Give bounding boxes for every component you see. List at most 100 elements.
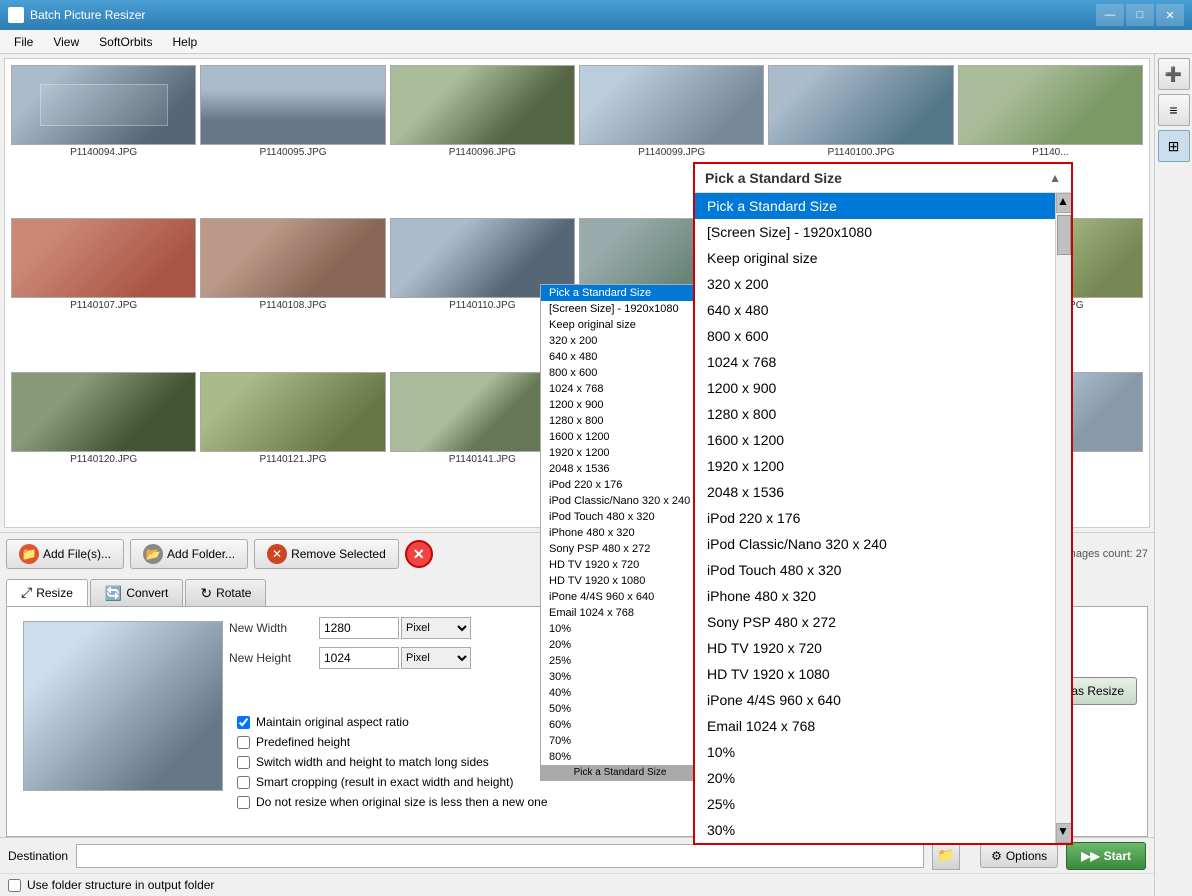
no-resize-smaller-checkbox[interactable] [237, 796, 250, 809]
dropdown-item-18[interactable]: HD TV 1920 x 1080 [695, 661, 1071, 687]
dropdown-item-19[interactable]: iPone 4/4S 960 x 640 [695, 687, 1071, 713]
dropdown-item-22[interactable]: 20% [695, 765, 1071, 791]
standard-size-dropdown[interactable]: Pick a Standard Size ▲ Pick a Standard S… [693, 162, 1073, 845]
tab-resize[interactable]: ⤢ Resize [6, 579, 88, 606]
mini-dropdown-item[interactable]: 60% [541, 717, 699, 733]
dropdown-item-17[interactable]: HD TV 1920 x 720 [695, 635, 1071, 661]
sidebar-list-button[interactable]: ≡ [1158, 94, 1190, 126]
mini-dropdown-item[interactable]: 1024 x 768 [541, 381, 699, 397]
dropdown-item-20[interactable]: Email 1024 x 768 [695, 713, 1071, 739]
mini-dropdown-item[interactable]: 10% [541, 621, 699, 637]
dropdown-scrollbar[interactable]: ▲ ▼ [1055, 193, 1071, 843]
maximize-button[interactable]: □ [1126, 4, 1154, 26]
tab-rotate[interactable]: ↻ Rotate [185, 579, 266, 606]
new-width-input[interactable] [319, 617, 399, 639]
list-item[interactable]: P1140107.JPG [11, 218, 196, 367]
scrollbar-thumb[interactable] [1057, 215, 1071, 255]
dropdown-item-0[interactable]: Pick a Standard Size [695, 193, 1071, 219]
list-item[interactable]: P1140120.JPG [11, 372, 196, 521]
dropdown-item-10[interactable]: 1920 x 1200 [695, 453, 1071, 479]
start-button[interactable]: ▶▶ Start [1066, 842, 1146, 870]
dropdown-item-4[interactable]: 640 x 480 [695, 297, 1071, 323]
mini-dropdown-item[interactable]: 1280 x 800 [541, 413, 699, 429]
dropdown-header[interactable]: Pick a Standard Size ▲ [695, 164, 1071, 193]
mini-dropdown-item[interactable]: 2048 x 1536 [541, 461, 699, 477]
dropdown-item-9[interactable]: 1600 x 1200 [695, 427, 1071, 453]
dropdown-item-7[interactable]: 1200 x 900 [695, 375, 1071, 401]
list-item[interactable]: P1140094.JPG [11, 65, 196, 214]
mini-dropdown-item[interactable]: 40% [541, 685, 699, 701]
dropdown-item-21[interactable]: 10% [695, 739, 1071, 765]
mini-dropdown[interactable]: Pick a Standard Size [Screen Size] - 192… [540, 284, 700, 781]
add-files-button[interactable]: 📁 Add File(s)... [6, 539, 124, 569]
mini-dropdown-item[interactable]: Sony PSP 480 x 272 [541, 541, 699, 557]
mini-dropdown-item[interactable]: iPod Classic/Nano 320 x 240 [541, 493, 699, 509]
width-unit-select[interactable]: Pixel % [401, 617, 471, 639]
folder-structure-checkbox[interactable] [8, 879, 21, 892]
predefined-height-checkbox[interactable] [237, 736, 250, 749]
cancel-button[interactable]: ✕ [405, 540, 433, 568]
list-item[interactable]: P1140121.JPG [200, 372, 385, 521]
mini-dropdown-item[interactable]: 20% [541, 637, 699, 653]
dropdown-item-14[interactable]: iPod Touch 480 x 320 [695, 557, 1071, 583]
mini-dropdown-item[interactable]: 320 x 200 [541, 333, 699, 349]
tab-convert[interactable]: 🔄 Convert [90, 579, 183, 606]
dropdown-item-1[interactable]: [Screen Size] - 1920x1080 [695, 219, 1071, 245]
mini-dropdown-item[interactable]: HD TV 1920 x 720 [541, 557, 699, 573]
mini-dropdown-item[interactable]: 800 x 600 [541, 365, 699, 381]
minimize-button[interactable]: — [1096, 4, 1124, 26]
menu-view[interactable]: View [43, 33, 89, 51]
mini-dropdown-item[interactable]: 1200 x 900 [541, 397, 699, 413]
mini-dropdown-item[interactable]: 30% [541, 669, 699, 685]
mini-dropdown-item[interactable]: HD TV 1920 x 1080 [541, 573, 699, 589]
dropdown-item-8[interactable]: 1280 x 800 [695, 401, 1071, 427]
smart-cropping-checkbox[interactable] [237, 776, 250, 789]
list-item[interactable]: P1140108.JPG [200, 218, 385, 367]
mini-dropdown-item[interactable]: 70% [541, 733, 699, 749]
mini-dropdown-item[interactable]: iPone 4/4S 960 x 640 [541, 589, 699, 605]
list-item[interactable]: P1140096.JPG [390, 65, 575, 214]
mini-dropdown-item[interactable]: 1600 x 1200 [541, 429, 699, 445]
options-button[interactable]: ⚙ Options [980, 844, 1058, 868]
menu-help[interactable]: Help [163, 33, 208, 51]
sidebar-grid-button[interactable]: ⊞ [1158, 130, 1190, 162]
add-folder-button[interactable]: 📂 Add Folder... [130, 539, 248, 569]
dropdown-item-3[interactable]: 320 x 200 [695, 271, 1071, 297]
mini-dropdown-item[interactable]: Email 1024 x 768 [541, 605, 699, 621]
dropdown-item-23[interactable]: 25% [695, 791, 1071, 817]
height-unit-select[interactable]: Pixel % [401, 647, 471, 669]
dropdown-item-5[interactable]: 800 x 600 [695, 323, 1071, 349]
dropdown-close-arrow[interactable]: ▲ [1049, 171, 1061, 185]
scrollbar-up-button[interactable]: ▲ [1056, 193, 1071, 213]
switch-dimensions-checkbox[interactable] [237, 756, 250, 769]
maintain-aspect-checkbox[interactable] [237, 716, 250, 729]
close-button[interactable]: ✕ [1156, 4, 1184, 26]
mini-dropdown-item[interactable]: 25% [541, 653, 699, 669]
dropdown-item-12[interactable]: iPod 220 x 176 [695, 505, 1071, 531]
mini-dropdown-item[interactable]: Keep original size [541, 317, 699, 333]
list-item[interactable]: P1140095.JPG [200, 65, 385, 214]
destination-input[interactable] [76, 844, 924, 868]
mini-dropdown-item[interactable]: iPod 220 x 176 [541, 477, 699, 493]
dropdown-item-16[interactable]: Sony PSP 480 x 272 [695, 609, 1071, 635]
dropdown-item-15[interactable]: iPhone 480 x 320 [695, 583, 1071, 609]
dropdown-item-24[interactable]: 30% [695, 817, 1071, 843]
mini-dropdown-item[interactable]: [Screen Size] - 1920x1080 [541, 301, 699, 317]
mini-dropdown-item[interactable]: iPhone 480 x 320 [541, 525, 699, 541]
destination-browse-button[interactable]: 📁 [932, 842, 960, 870]
dropdown-item-11[interactable]: 2048 x 1536 [695, 479, 1071, 505]
mini-dropdown-item[interactable]: 640 x 480 [541, 349, 699, 365]
menu-file[interactable]: File [4, 33, 43, 51]
scrollbar-down-button[interactable]: ▼ [1056, 823, 1071, 843]
mini-dropdown-item[interactable]: 80% [541, 749, 699, 765]
mini-dropdown-item[interactable]: iPod Touch 480 x 320 [541, 509, 699, 525]
sidebar-add-button[interactable]: ➕ [1158, 58, 1190, 90]
mini-dropdown-item[interactable]: 50% [541, 701, 699, 717]
dropdown-item-13[interactable]: iPod Classic/Nano 320 x 240 [695, 531, 1071, 557]
mini-dropdown-item[interactable]: 1920 x 1200 [541, 445, 699, 461]
new-height-input[interactable] [319, 647, 399, 669]
mini-dropdown-item[interactable]: Pick a Standard Size [541, 285, 699, 301]
remove-selected-button[interactable]: ✕ Remove Selected [254, 539, 399, 569]
menu-softorbits[interactable]: SoftOrbits [89, 33, 162, 51]
dropdown-item-6[interactable]: 1024 x 768 [695, 349, 1071, 375]
